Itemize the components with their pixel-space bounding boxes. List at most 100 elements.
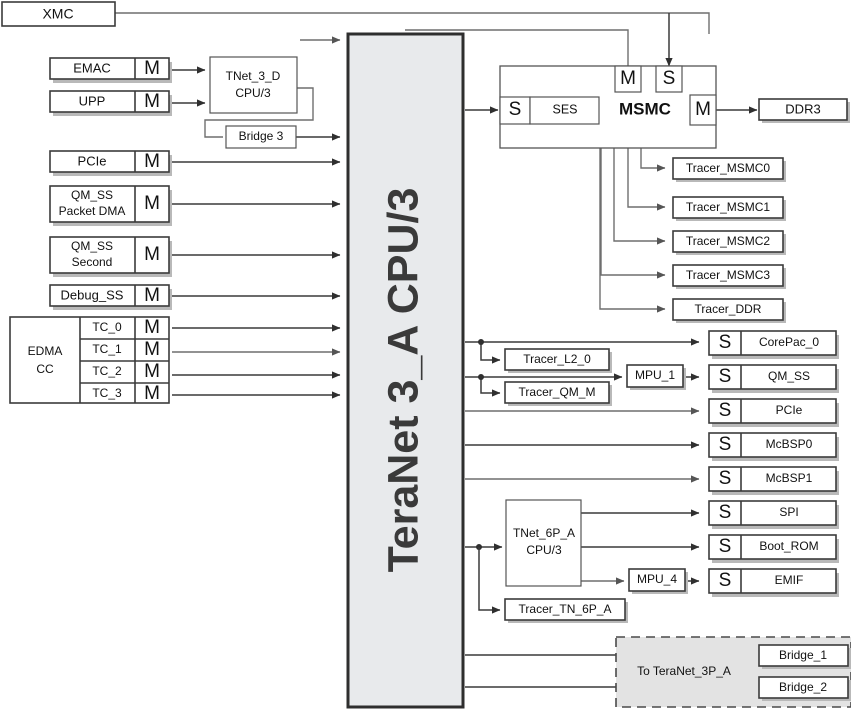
block-slave-mcbsp0-port: S [719,434,732,455]
block-slave-emif-port: S [719,570,732,591]
block-bridge3[interactable]: Bridge 3 [225,125,297,149]
block-slave-spi[interactable]: S SPI [708,500,839,529]
wire-msmc-tracers [599,147,666,313]
block-slave-pcie[interactable]: S PCIe [708,398,839,427]
block-qmss-second[interactable]: QM_SS Second M [49,236,172,277]
block-ddr3[interactable]: DDR3 [758,98,850,123]
block-mpu-4-label: MPU_4 [637,572,677,586]
block-upp[interactable]: UPP M [49,90,172,116]
block-tracer-qm-m[interactable]: Tracer_QM_M [504,381,612,406]
block-slave-qm-ss[interactable]: S QM_SS [708,364,839,393]
block-pcie-master-port: M [144,151,160,172]
block-qmss-second-port: M [144,244,160,265]
block-slave-spi-label: SPI [779,505,798,519]
block-slave-mcbsp0-label: McBSP0 [766,437,813,451]
block-msmc-title: MSMC [619,99,671,118]
diagram-canvas: XMC EMAC M UPP M TNet_3_D CPU/3 Bridge 3… [0,0,851,712]
block-slave-boot-rom-label: Boot_ROM [759,539,818,553]
block-tracer-msmc2-label: Tracer_MSMC2 [686,234,771,248]
block-slave-mcbsp1[interactable]: S McBSP1 [708,466,839,495]
block-msmc-port-m-top: M [620,68,636,89]
block-tnet-3d[interactable]: TNet_3_D CPU/3 [209,56,298,114]
block-qmss-packet-dma[interactable]: QM_SS Packet DMA M [49,185,172,226]
block-tracer-l2-0[interactable]: Tracer_L2_0 [504,348,612,373]
block-pcie-master[interactable]: PCIe M [49,150,172,176]
block-slave-emif[interactable]: S EMIF [708,568,839,597]
block-bridge-2-label: Bridge_2 [779,680,827,694]
block-mpu-4[interactable]: MPU_4 [628,568,688,594]
block-tracer-msmc0-label: Tracer_MSMC0 [686,161,771,175]
block-tracer-tn-6p-a-label: Tracer_TN_6P_A [519,602,612,616]
block-qmss-second-line2: Second [72,255,113,269]
block-slave-corepac-0-port: S [719,332,732,353]
block-msmc[interactable]: M S S SES MSMC M [499,65,717,149]
block-slave-boot-rom-port: S [719,536,732,557]
block-emac-label: EMAC [73,60,111,75]
block-tracer-msmc2[interactable]: Tracer_MSMC2 [672,230,786,255]
block-teranet-3a-label: TeraNet 3_A CPU/3 [379,188,427,573]
block-tc2-label: TC_2 [92,364,122,378]
group-to-teranet-3p-a-note: To TeraNet_3P_A [637,664,731,678]
block-msmc-port-m-right: M [695,99,711,120]
block-qmss-second-line1: QM_SS [71,239,113,253]
block-tracer-msmc3[interactable]: Tracer_MSMC3 [672,264,786,289]
block-bridge-1-label: Bridge_1 [779,648,827,662]
block-emac[interactable]: EMAC M [49,57,172,83]
block-xmc-label: XMC [42,6,73,22]
block-tc0-label: TC_0 [92,320,122,334]
block-slave-qm-ss-label: QM_SS [768,369,810,383]
block-upp-port: M [144,91,160,112]
block-edma-cc[interactable]: EDMA CC TC_0 M TC_1 M TC_2 M TC_3 M [9,316,170,404]
block-bridge-1[interactable]: Bridge_1 [758,644,851,669]
block-tracer-l2-0-label: Tracer_L2_0 [523,352,591,366]
block-tracer-ddr-label: Tracer_DDR [695,302,762,316]
block-mpu-1-label: MPU_1 [635,368,675,382]
wire-tnet6p-branch [465,543,503,614]
block-edma-cc-line2: CC [36,362,54,376]
block-msmc-ses-label: SES [552,102,577,116]
block-tnet-6p-a-line1: TNet_6P_A [513,526,575,540]
block-tracer-msmc1-label: Tracer_MSMC1 [686,200,771,214]
block-bridge3-label: Bridge 3 [239,129,284,143]
block-qmss-packet-dma-line1: QM_SS [71,188,113,202]
block-tracer-msmc0[interactable]: Tracer_MSMC0 [672,157,786,182]
block-tnet-6p-a-line2: CPU/3 [526,543,562,557]
block-slave-boot-rom[interactable]: S Boot_ROM [708,534,839,563]
block-debug-ss-port: M [144,285,160,306]
block-slave-corepac-0[interactable]: S CorePac_0 [708,330,839,359]
block-pcie-master-label: PCIe [78,153,107,168]
block-slave-pcie-port: S [719,400,732,421]
block-msmc-port-s-top: S [663,68,676,89]
block-tc1-label: TC_1 [92,342,122,356]
block-tracer-ddr[interactable]: Tracer_DDR [672,298,786,323]
block-qmss-packet-dma-port: M [144,193,160,214]
block-slave-mcbsp1-label: McBSP1 [766,471,813,485]
block-tc0-port: M [144,317,160,338]
block-mpu-1[interactable]: MPU_1 [626,364,686,390]
block-qmss-packet-dma-line2: Packet DMA [59,204,126,218]
block-slave-mcbsp0[interactable]: S McBSP0 [708,432,839,461]
block-slave-qm-ss-port: S [719,366,732,387]
block-debug-ss-label: Debug_SS [61,287,124,302]
block-slave-pcie-label: PCIe [776,403,803,417]
block-bridge-2[interactable]: Bridge_2 [758,676,851,701]
block-upp-label: UPP [79,93,106,108]
block-tracer-tn-6p-a[interactable]: Tracer_TN_6P_A [504,598,628,623]
block-tracer-msmc3-label: Tracer_MSMC3 [686,268,771,282]
block-msmc-port-s-left: S [509,99,522,120]
block-tc1-port: M [144,339,160,360]
block-tracer-msmc1[interactable]: Tracer_MSMC1 [672,196,786,221]
block-slave-emif-label: EMIF [775,573,804,587]
block-tnet-6p-a[interactable]: TNet_6P_A CPU/3 [505,499,582,587]
block-tc2-port: M [144,361,160,382]
block-tnet-3d-line2: CPU/3 [235,86,271,100]
block-tracer-qm-m-label: Tracer_QM_M [519,385,596,399]
block-slave-corepac-0-label: CorePac_0 [759,335,819,349]
block-xmc[interactable]: XMC [1,1,116,27]
block-emac-port: M [144,58,160,79]
block-tc3-label: TC_3 [92,386,122,400]
block-tnet-3d-line1: TNet_3_D [226,69,281,83]
block-debug-ss[interactable]: Debug_SS M [49,284,172,310]
block-slave-spi-port: S [719,502,732,523]
block-teranet-3a[interactable]: TeraNet 3_A CPU/3 [346,32,465,709]
